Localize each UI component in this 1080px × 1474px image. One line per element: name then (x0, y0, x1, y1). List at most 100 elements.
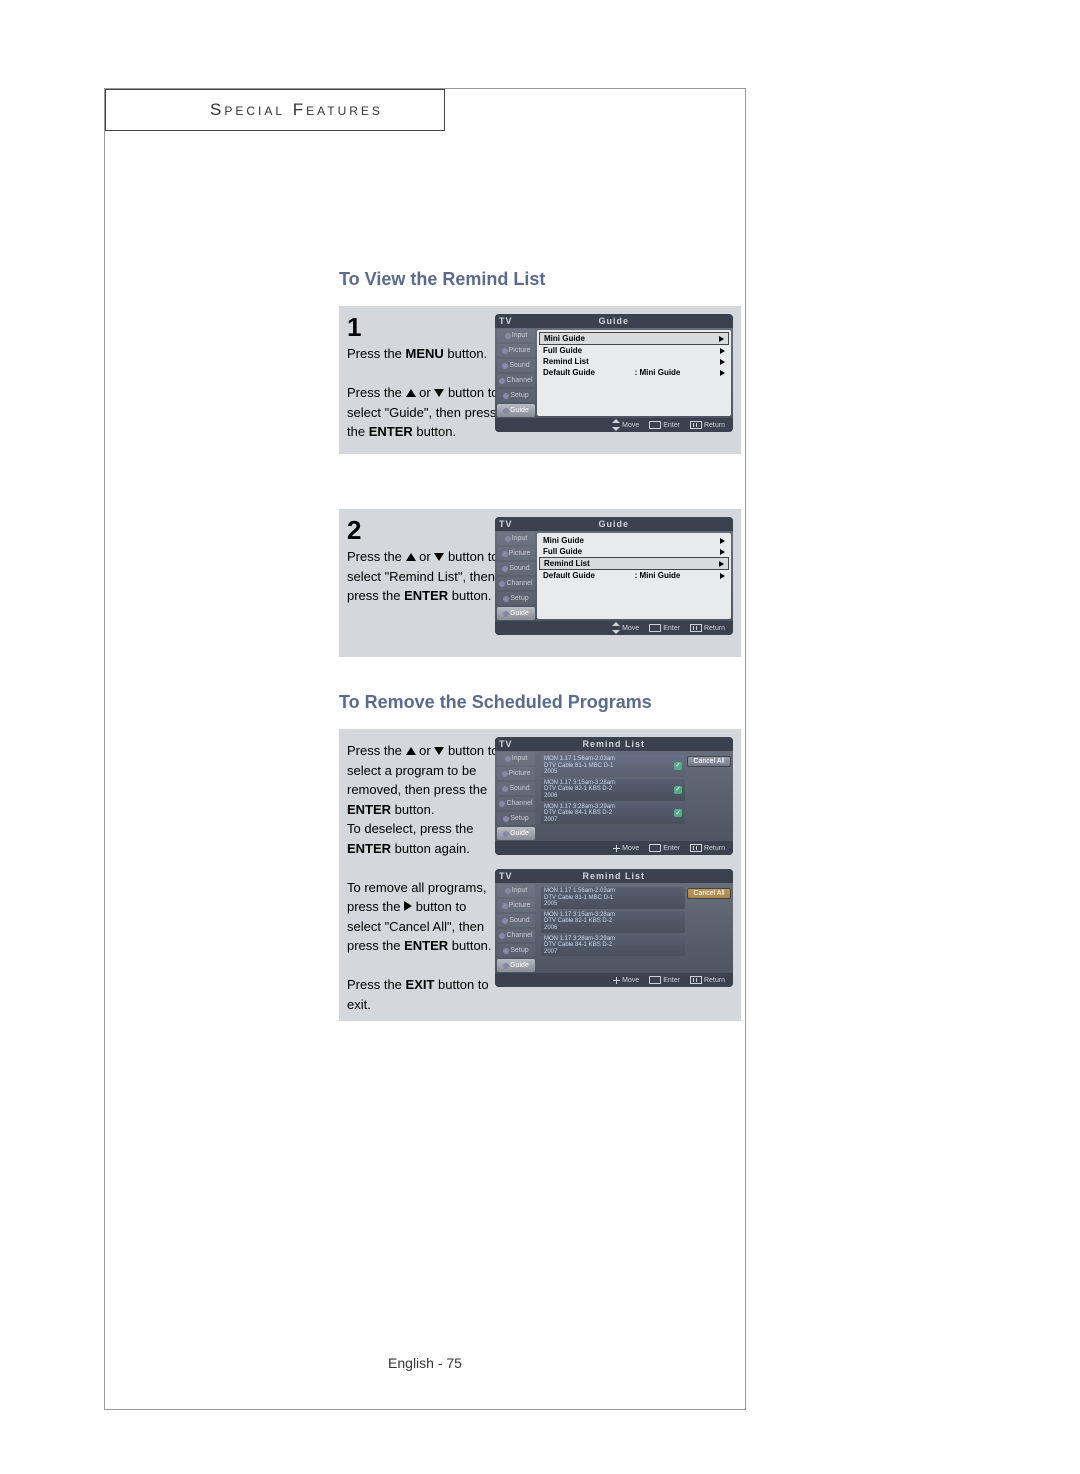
tv-sidebar-item-sound: Sound (497, 782, 535, 795)
sidebar-icon (499, 581, 505, 587)
tv-titlebar: TV Remind List (495, 737, 733, 751)
tv-sidebar: InputPictureSoundChannelSetupGuide (495, 883, 537, 973)
footer-enter: Enter (649, 624, 680, 632)
tv-title-center: Remind List (582, 739, 645, 749)
tv-sidebar-item-input: Input (497, 329, 535, 342)
return-icon (690, 844, 702, 852)
cancel-all-col: Cancel All (687, 753, 731, 839)
tv-sidebar-item-sound: Sound (497, 562, 535, 575)
sidebar-icon (502, 918, 508, 924)
tv-body: InputPictureSoundChannelSetupGuide Mini … (495, 328, 733, 418)
sidebar-icon (505, 888, 511, 894)
tv-titlebar: TV Guide (495, 517, 733, 531)
tv-sidebar-item-channel: Channel (497, 929, 535, 942)
tv-footer: Move Enter Return (495, 841, 733, 855)
tv-screenshot-remind-1: TV Remind List InputPictureSoundChannelS… (495, 737, 733, 855)
up-icon (406, 747, 416, 755)
content: To View the Remind List 1 Press the MENU… (339, 269, 739, 1021)
sidebar-icon (505, 333, 511, 339)
right-arrow-icon (720, 549, 725, 555)
footer-return: Return (690, 976, 725, 984)
footer-return: Return (690, 844, 725, 852)
up-icon (406, 389, 416, 397)
tv-sidebar: InputPictureSoundChannelSetupGuide (495, 531, 537, 621)
tv-title-center: Guide (598, 519, 629, 529)
sidebar-icon (502, 903, 508, 909)
footer-move: Move (612, 624, 639, 632)
footer-move: Move (613, 977, 639, 984)
tv-sidebar-item-guide: Guide (497, 404, 535, 417)
right-arrow-icon (720, 538, 725, 544)
remind-row: MON 1.17 3:15am-3:28amDTV Cable 82-1 KBS… (541, 911, 685, 933)
down-icon (434, 553, 444, 561)
tv-screenshot-remind-2: TV Remind List InputPictureSoundChannelS… (495, 869, 733, 987)
right-arrow-icon (720, 370, 725, 376)
tv-body: InputPictureSoundChannelSetupGuide MON 1… (495, 751, 733, 841)
page-frame: Special Features To View the Remind List… (104, 88, 746, 1410)
enter-icon (649, 624, 661, 632)
tv-sidebar-item-picture: Picture (497, 547, 535, 560)
footer-enter: Enter (649, 421, 680, 429)
tv-titlebar: TV Remind List (495, 869, 733, 883)
footer-enter: Enter (649, 844, 680, 852)
right-arrow-icon (720, 348, 725, 354)
move-icon (613, 977, 620, 984)
up-icon (406, 553, 416, 561)
sidebar-icon (502, 566, 508, 572)
guide-row: Mini Guide (539, 535, 729, 546)
remind-row: MON 1.17 1:56am-2:03amDTV Cable 81-1 MBC… (541, 887, 685, 909)
sidebar-icon (503, 596, 509, 602)
tv-body: InputPictureSoundChannelSetupGuide MON 1… (495, 883, 733, 973)
footer-move: Move (612, 421, 639, 429)
guide-row: Default Guide: Mini Guide (539, 367, 729, 378)
step-2-text: Press the or button to select "Remind Li… (347, 547, 502, 606)
enter-icon (649, 421, 661, 429)
tv-sidebar: InputPictureSoundChannelSetupGuide (495, 751, 537, 841)
down-icon (434, 389, 444, 397)
cancel-all-button[interactable]: Cancel All (687, 756, 731, 767)
tv-footer: Move Enter Return (495, 621, 733, 635)
tv-sidebar-item-input: Input (497, 884, 535, 897)
tv-panel: Mini GuideFull GuideRemind ListDefault G… (537, 533, 731, 619)
sidebar-icon (502, 363, 508, 369)
enter-icon (649, 976, 661, 984)
remind-row: MON 1.17 3:28am-3:29amDTV Cable 84-1 KBS… (541, 803, 685, 825)
tv-sidebar-item-picture: Picture (497, 344, 535, 357)
return-icon (690, 976, 702, 984)
tv-title-left: TV (499, 739, 513, 749)
tv-screenshot-1: TV Guide InputPictureSoundChannelSetupGu… (495, 314, 733, 432)
guide-row: Default Guide: Mini Guide (539, 570, 729, 581)
remind-row: MON 1.17 3:15am-3:28amDTV Cable 82-1 KBS… (541, 779, 685, 801)
tv-title-left: TV (499, 316, 513, 326)
footer-move: Move (613, 845, 639, 852)
heading-view-remind: To View the Remind List (339, 269, 739, 290)
tv-sidebar-item-guide: Guide (497, 607, 535, 620)
remind-panel: MON 1.17 1:56am-2:03amDTV Cable 81-1 MBC… (539, 753, 731, 839)
tv-footer: Move Enter Return (495, 418, 733, 432)
tv-sidebar-item-channel: Channel (497, 374, 535, 387)
right-arrow-icon (720, 359, 725, 365)
tv-title-center: Guide (598, 316, 629, 326)
tv-title-left: TV (499, 871, 513, 881)
sidebar-icon (503, 963, 509, 969)
updown-icon (612, 421, 620, 429)
tv-title-left: TV (499, 519, 513, 529)
step-3-block: Press the or button to select a program … (339, 729, 741, 1021)
tv-sidebar-item-channel: Channel (497, 577, 535, 590)
page-number: English - 75 (105, 1355, 745, 1371)
remind-panel: MON 1.17 1:56am-2:03amDTV Cable 81-1 MBC… (539, 885, 731, 971)
step-1-text: Press the MENU button. Press the or butt… (347, 344, 502, 442)
cancel-all-button[interactable]: Cancel All (687, 888, 731, 899)
remind-row: MON 1.17 3:28am-3:29amDTV Cable 84-1 KBS… (541, 935, 685, 957)
tv-sidebar-item-sound: Sound (497, 914, 535, 927)
tv-sidebar-item-channel: Channel (497, 797, 535, 810)
tv-sidebar-item-input: Input (497, 532, 535, 545)
sidebar-icon (502, 786, 508, 792)
right-icon (404, 901, 412, 911)
guide-row: Full Guide (539, 546, 729, 557)
sidebar-icon (503, 816, 509, 822)
right-arrow-icon (720, 573, 725, 579)
sidebar-icon (499, 378, 505, 384)
tv-sidebar-item-setup: Setup (497, 389, 535, 402)
tv-sidebar-item-setup: Setup (497, 944, 535, 957)
